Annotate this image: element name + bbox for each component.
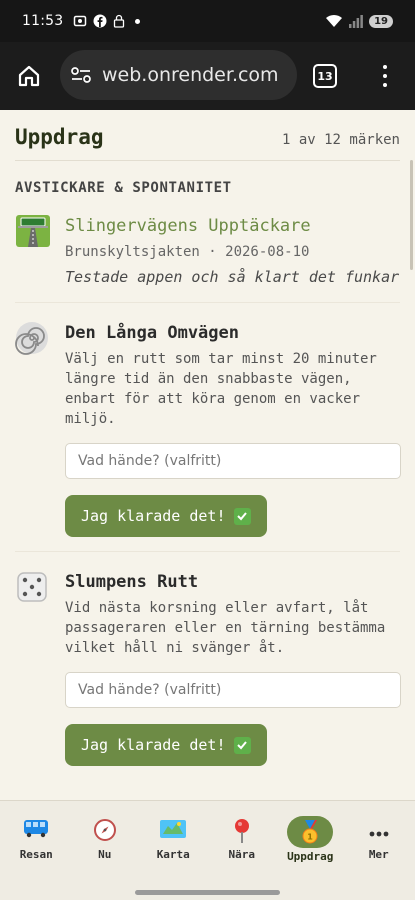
mission-item: Den Långa Omvägen Välj en rutt som tar m…: [15, 303, 401, 552]
map-icon: [159, 818, 187, 846]
battery-indicator: 19: [369, 14, 393, 28]
home-icon: [18, 65, 40, 87]
status-notification-icons: [73, 14, 141, 28]
page-content: Uppdrag 1 av 12 märken AVSTICKARE & SPON…: [0, 110, 415, 800]
spiral-icon: [15, 321, 65, 537]
mission-note: Testade appen och så klart det funkar: [65, 268, 400, 286]
mission-title: Slumpens Rutt: [65, 572, 199, 592]
nav-item-nara[interactable]: Nära: [209, 818, 275, 861]
mission-note-input[interactable]: [65, 672, 401, 708]
button-label: Jag klarade det!: [81, 507, 226, 525]
lock-icon: [114, 14, 125, 28]
status-time: 11:53: [22, 13, 64, 29]
nav-item-mer[interactable]: Mer: [346, 818, 412, 861]
nav-label: Karta: [156, 847, 190, 861]
wifi-icon: [326, 14, 343, 27]
mission-title: Slingervägens Upptäckare: [65, 216, 311, 236]
site-settings-icon[interactable]: [70, 65, 92, 85]
address-bar[interactable]: web.onrender.com: [60, 50, 297, 100]
section-title: AVSTICKARE & SPONTANITET: [15, 180, 232, 196]
check-icon: [233, 507, 251, 525]
gesture-bar[interactable]: [135, 890, 280, 895]
scrollbar[interactable]: [410, 160, 413, 270]
mission-description: Vid nästa korsning eller avfart, låt pas…: [65, 600, 386, 656]
bottom-navigation: Resan Nu Karta Nära 1 Uppdrag Mer: [0, 800, 415, 900]
facebook-icon: [93, 14, 107, 28]
page-header: Uppdrag 1 av 12 märken: [15, 110, 400, 161]
nav-label: Nu: [98, 847, 112, 861]
notification-dot-icon: [135, 18, 141, 24]
nav-label: Uppdrag: [287, 849, 334, 863]
status-system-icons: 19: [325, 14, 393, 28]
nav-item-nu[interactable]: Nu: [72, 818, 138, 861]
nav-label: Resan: [19, 847, 53, 861]
mission-item: Slumpens Rutt Vid nästa korsning eller a…: [15, 552, 401, 780]
browser-toolbar: web.onrender.com 13: [0, 42, 415, 110]
mission-item: Slingervägens Upptäckare Brunskyltsjakte…: [15, 196, 400, 303]
badge-count: 1 av 12 märken: [281, 132, 400, 148]
tab-switcher-button[interactable]: 13: [313, 64, 337, 88]
pin-icon: [232, 818, 252, 846]
status-bar: 11:53 19: [0, 0, 415, 42]
nav-item-resan[interactable]: Resan: [3, 818, 69, 861]
screenshot-icon: [74, 15, 87, 27]
complete-mission-button[interactable]: Jag klarade det!: [65, 724, 267, 766]
complete-mission-button[interactable]: Jag klarade det!: [65, 495, 267, 537]
mission-title: Den Långa Omvägen: [65, 323, 239, 343]
button-label: Jag klarade det!: [81, 736, 226, 754]
signal-icon: [349, 14, 363, 28]
nav-item-uppdrag[interactable]: 1 Uppdrag: [277, 815, 343, 863]
browser-menu-icon[interactable]: [375, 62, 395, 90]
url-text: web.onrender.com: [102, 64, 279, 86]
medal-icon: 1: [287, 815, 334, 848]
more-icon: [368, 818, 390, 846]
highway-icon: [15, 214, 65, 288]
mission-note-input[interactable]: [65, 443, 401, 479]
mission-description: Välj en rutt som tar minst 20 minuter lä…: [65, 351, 377, 427]
nav-label: Nära: [228, 847, 256, 861]
dice-icon: [15, 570, 65, 766]
home-button[interactable]: [0, 42, 58, 110]
mission-meta: Brunskyltsjakten · 2026-08-10: [65, 244, 310, 260]
check-icon: [233, 736, 251, 754]
bus-icon: [23, 818, 49, 846]
nav-label: Mer: [368, 847, 389, 861]
nav-item-karta[interactable]: Karta: [140, 818, 206, 861]
compass-icon: [93, 818, 117, 846]
svg-text:1: 1: [307, 832, 313, 841]
page-title: Uppdrag: [15, 125, 104, 149]
